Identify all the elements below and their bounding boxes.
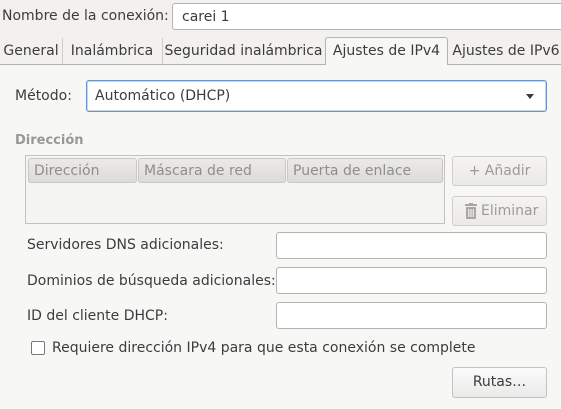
require-ipv4-label[interactable]: Requiere dirección IPv4 para que esta co… <box>52 340 476 356</box>
dns-servers-label: Servidores DNS adicionales: <box>27 237 224 253</box>
tab-wireless[interactable]: Inalámbrica <box>62 38 163 64</box>
column-header-gateway[interactable]: Puerta de enlace <box>287 158 443 183</box>
add-address-button[interactable]: + Añadir <box>452 156 547 186</box>
routes-button[interactable]: Rutas… <box>452 367 547 398</box>
trash-icon <box>465 203 477 219</box>
method-selected-value: Automático (DHCP) <box>95 88 231 104</box>
delete-address-label: Eliminar <box>481 203 539 219</box>
require-ipv4-checkbox[interactable] <box>31 341 45 355</box>
dns-servers-input[interactable] <box>276 232 547 259</box>
method-label: Método: <box>15 88 72 104</box>
add-address-label: + Añadir <box>468 163 531 179</box>
tab-ipv4-settings[interactable]: Ajustes de IPv4 <box>325 37 448 65</box>
tab-ipv6-settings[interactable]: Ajustes de IPv6 <box>447 38 561 64</box>
connection-name-input[interactable] <box>172 3 561 30</box>
dhcp-client-id-label: ID del cliente DHCP: <box>27 308 168 324</box>
search-domains-input[interactable] <box>276 267 547 294</box>
tab-bar: General Inalámbrica Seguridad inalámbric… <box>0 37 561 65</box>
routes-button-label: Rutas… <box>472 374 527 390</box>
chevron-down-icon <box>526 94 534 99</box>
search-domains-label: Dominios de búsqueda adicionales: <box>27 273 276 289</box>
address-section-title: Dirección <box>15 133 84 148</box>
dhcp-client-id-input[interactable] <box>276 302 547 329</box>
method-dropdown[interactable]: Automático (DHCP) <box>86 80 547 112</box>
delete-address-button[interactable]: Eliminar <box>452 196 547 226</box>
column-header-netmask[interactable]: Máscara de red <box>138 158 286 183</box>
column-header-address[interactable]: Dirección <box>28 158 137 183</box>
tab-general[interactable]: General <box>0 38 63 64</box>
address-table[interactable]: Dirección Máscara de red Puerta de enlac… <box>25 155 445 224</box>
tab-wireless-security[interactable]: Seguridad inalámbrica <box>162 38 326 64</box>
connection-name-label: Nombre de la conexión: <box>2 8 169 24</box>
